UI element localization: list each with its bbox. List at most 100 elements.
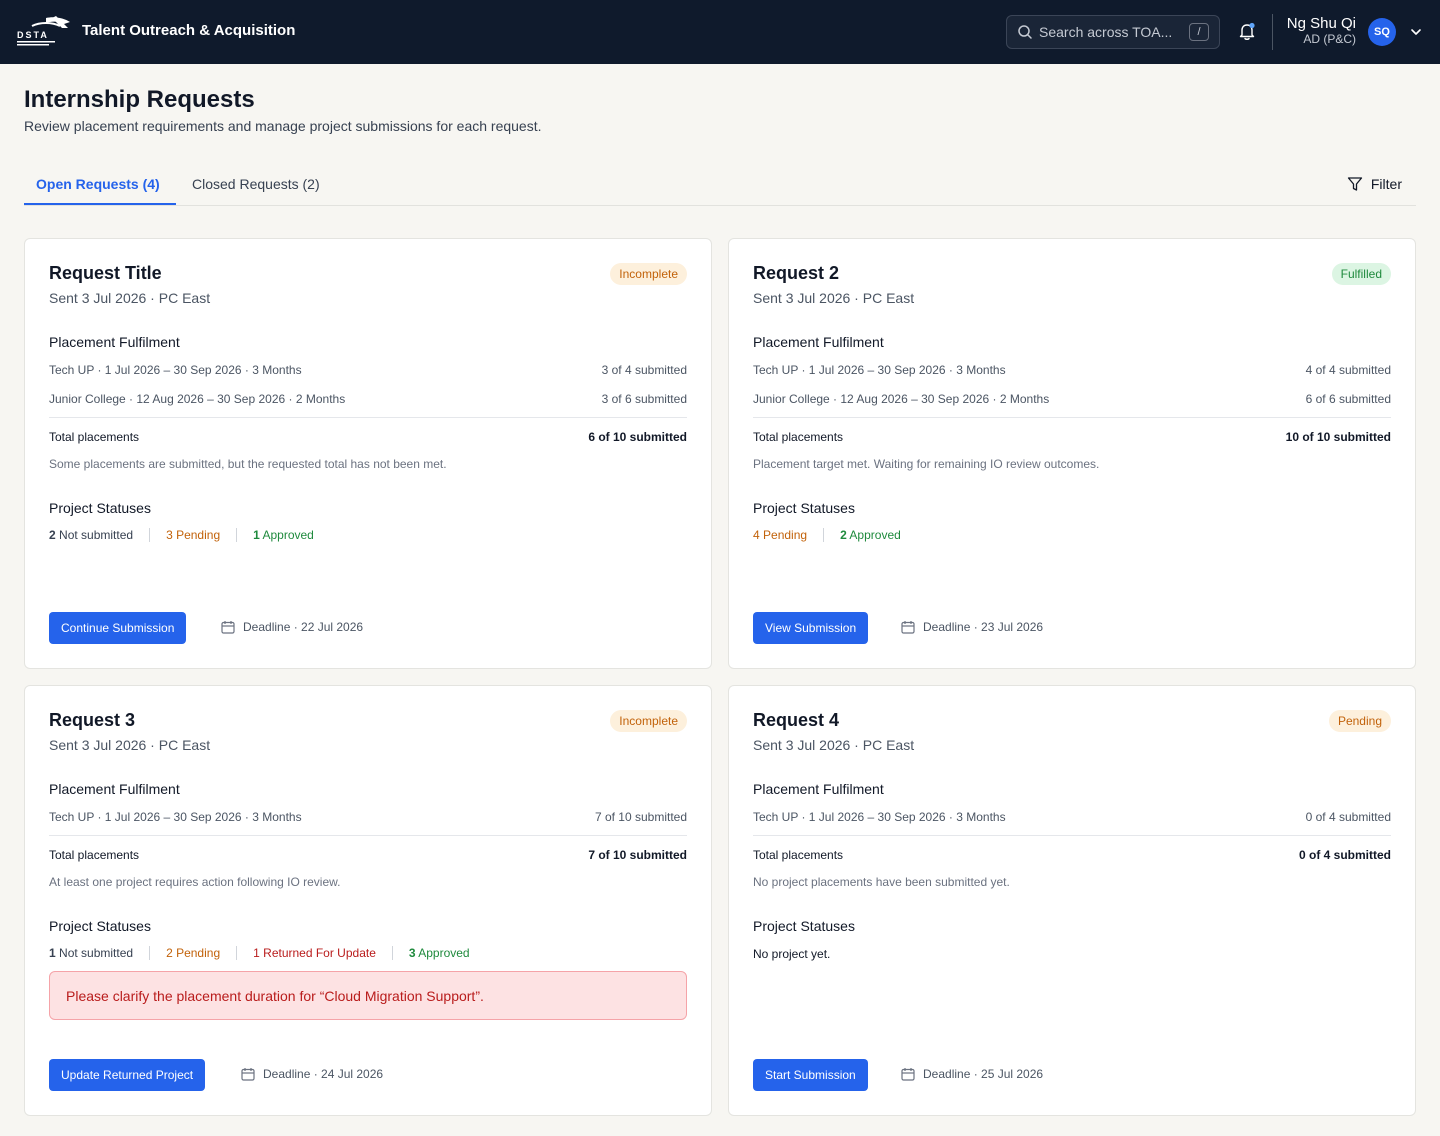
header-divider (1272, 14, 1273, 50)
active-tab-indicator (24, 203, 176, 205)
start-submission-button[interactable]: Start Submission (753, 1059, 868, 1091)
view-submission-button[interactable]: View Submission (753, 612, 869, 644)
app-title: Talent Outreach & Acquisition (82, 22, 296, 39)
user-avatar[interactable]: SQ (1368, 18, 1396, 46)
card-meta: Sent 3 Jul 2026 · PC East (49, 290, 211, 306)
placement-value: 3 of 4 submitted (601, 363, 687, 377)
request-tabs: Open Requests (4) Closed Requests (2) Fi… (24, 166, 1416, 206)
status-approved: 3 Approved (391, 946, 486, 960)
placement-value: 0 of 4 submitted (1305, 810, 1391, 824)
card-meta: Sent 3 Jul 2026 · PC East (753, 737, 915, 753)
placement-row: Tech UP · 1 Jul 2026 – 30 Sep 2026 · 3 M… (49, 810, 687, 824)
placement-fulfilment-heading: Placement Fulfilment (49, 334, 180, 350)
placement-row: Tech UP · 1 Jul 2026 – 30 Sep 2026 · 3 M… (49, 363, 687, 377)
search-shortcut-key: / (1189, 23, 1209, 41)
status-pending: 3 Pending (149, 528, 236, 542)
user-name: Ng Shu Qi (1286, 15, 1356, 32)
calendar-icon (221, 621, 235, 634)
status-badge: Incomplete (610, 710, 687, 732)
row-divider (49, 835, 687, 836)
notification-bell-icon[interactable] (1236, 20, 1258, 42)
project-statuses-heading: Project Statuses (49, 500, 151, 516)
calendar-icon (241, 1068, 255, 1081)
total-placements-value: 10 of 10 submitted (1285, 430, 1391, 444)
search-placeholder: Search across TOA... (1039, 24, 1173, 40)
top-navigation-bar: DSTA Talent Outreach & Acquisition Searc… (0, 0, 1440, 64)
placement-label: Junior College · 12 Aug 2026 – 30 Sep 20… (753, 392, 1050, 406)
placement-note: Placement target met. Waiting for remain… (753, 457, 1100, 471)
placement-value: 7 of 10 submitted (594, 810, 687, 824)
request-card: Request 2 Sent 3 Jul 2026 · PC East Fulf… (728, 238, 1416, 669)
deadline-text: Deadline · 22 Jul 2026 (243, 620, 364, 634)
total-placements-row: Total placements 10 of 10 submitted (753, 430, 1391, 444)
card-title: Request 4 (753, 710, 840, 730)
total-placements-label: Total placements (49, 848, 140, 862)
deadline: Deadline · 23 Jul 2026 (901, 620, 1043, 634)
total-placements-label: Total placements (49, 430, 140, 444)
svg-text:DSTA: DSTA (17, 30, 49, 40)
status-badge: Pending (1328, 710, 1391, 732)
total-placements-value: 6 of 10 submitted (588, 430, 687, 444)
placement-note: No project placements have been submitte… (753, 875, 1010, 889)
card-meta: Sent 3 Jul 2026 · PC East (49, 737, 211, 753)
placement-label: Tech UP · 1 Jul 2026 – 30 Sep 2026 · 3 M… (753, 810, 1006, 824)
chevron-down-icon[interactable] (1409, 25, 1423, 39)
placement-label: Tech UP · 1 Jul 2026 – 30 Sep 2026 · 3 M… (753, 363, 1006, 377)
placement-value: 6 of 6 submitted (1305, 392, 1391, 406)
continue-submission-button[interactable]: Continue Submission (49, 612, 187, 644)
project-status-list: 2 Not submitted 3 Pending 1 Approved (49, 528, 330, 542)
return-feedback-alert: Please clarify the placement duration fo… (49, 971, 687, 1020)
project-statuses-heading: Project Statuses (753, 918, 855, 934)
placement-note: Some placements are submitted, but the r… (49, 457, 447, 471)
card-title: Request Title (49, 263, 162, 283)
total-placements-label: Total placements (753, 430, 844, 444)
deadline: Deadline · 25 Jul 2026 (901, 1067, 1043, 1081)
filter-label: Filter (1370, 176, 1402, 192)
search-icon (1018, 25, 1032, 39)
request-card: Request Title Sent 3 Jul 2026 · PC East … (24, 238, 712, 669)
request-card: Request 4 Sent 3 Jul 2026 · PC East Pend… (728, 685, 1416, 1116)
dsta-logo-icon[interactable]: DSTA (16, 14, 72, 48)
placement-label: Junior College · 12 Aug 2026 – 30 Sep 20… (49, 392, 346, 406)
deadline-text: Deadline · 24 Jul 2026 (263, 1067, 384, 1081)
filter-icon (1347, 177, 1363, 191)
placement-fulfilment-heading: Placement Fulfilment (753, 334, 884, 350)
placement-note: At least one project requires action fol… (49, 875, 341, 889)
status-returned-for-update: 1 Returned For Update (236, 946, 392, 960)
status-badge: Fulfilled (1331, 263, 1391, 285)
placement-row: Junior College · 12 Aug 2026 – 30 Sep 20… (49, 392, 687, 406)
total-placements-label: Total placements (753, 848, 844, 862)
filter-button[interactable]: Filter (1347, 176, 1402, 192)
placement-row: Tech UP · 1 Jul 2026 – 30 Sep 2026 · 3 M… (753, 363, 1391, 377)
tab-closed-requests[interactable]: Closed Requests (2) (192, 176, 320, 192)
total-placements-value: 7 of 10 submitted (588, 848, 687, 862)
status-pending: 4 Pending (753, 528, 808, 542)
calendar-icon (901, 1068, 915, 1081)
status-not-submitted: 2 Not submitted (49, 528, 134, 542)
card-title: Request 2 (753, 263, 840, 283)
placement-label: Tech UP · 1 Jul 2026 – 30 Sep 2026 · 3 M… (49, 810, 302, 824)
page-title: Internship Requests (24, 86, 255, 113)
calendar-icon (901, 621, 915, 634)
total-placements-row: Total placements 6 of 10 submitted (49, 430, 687, 444)
total-placements-row: Total placements 7 of 10 submitted (49, 848, 687, 862)
global-search[interactable]: Search across TOA... / (1006, 15, 1220, 49)
request-card: Request 3 Sent 3 Jul 2026 · PC East Inco… (24, 685, 712, 1116)
row-divider (753, 417, 1391, 418)
page-subtitle: Review placement requirements and manage… (24, 118, 542, 134)
no-project-text: No project yet. (753, 947, 831, 961)
deadline-text: Deadline · 25 Jul 2026 (923, 1067, 1044, 1081)
project-status-list: 1 Not submitted 2 Pending 1 Returned For… (49, 946, 486, 960)
placement-fulfilment-heading: Placement Fulfilment (49, 781, 180, 797)
update-returned-project-button[interactable]: Update Returned Project (49, 1059, 206, 1091)
tab-open-requests[interactable]: Open Requests (4) (36, 176, 160, 192)
total-placements-row: Total placements 0 of 4 submitted (753, 848, 1391, 862)
project-statuses-heading: Project Statuses (753, 500, 855, 516)
deadline: Deadline · 22 Jul 2026 (221, 620, 363, 634)
placement-label: Tech UP · 1 Jul 2026 – 30 Sep 2026 · 3 M… (49, 363, 302, 377)
deadline-text: Deadline · 23 Jul 2026 (923, 620, 1044, 634)
placement-row: Tech UP · 1 Jul 2026 – 30 Sep 2026 · 3 M… (753, 810, 1391, 824)
status-pending: 2 Pending (149, 946, 236, 960)
user-role: AD (P&C) (1303, 32, 1356, 46)
total-placements-value: 0 of 4 submitted (1298, 848, 1391, 862)
